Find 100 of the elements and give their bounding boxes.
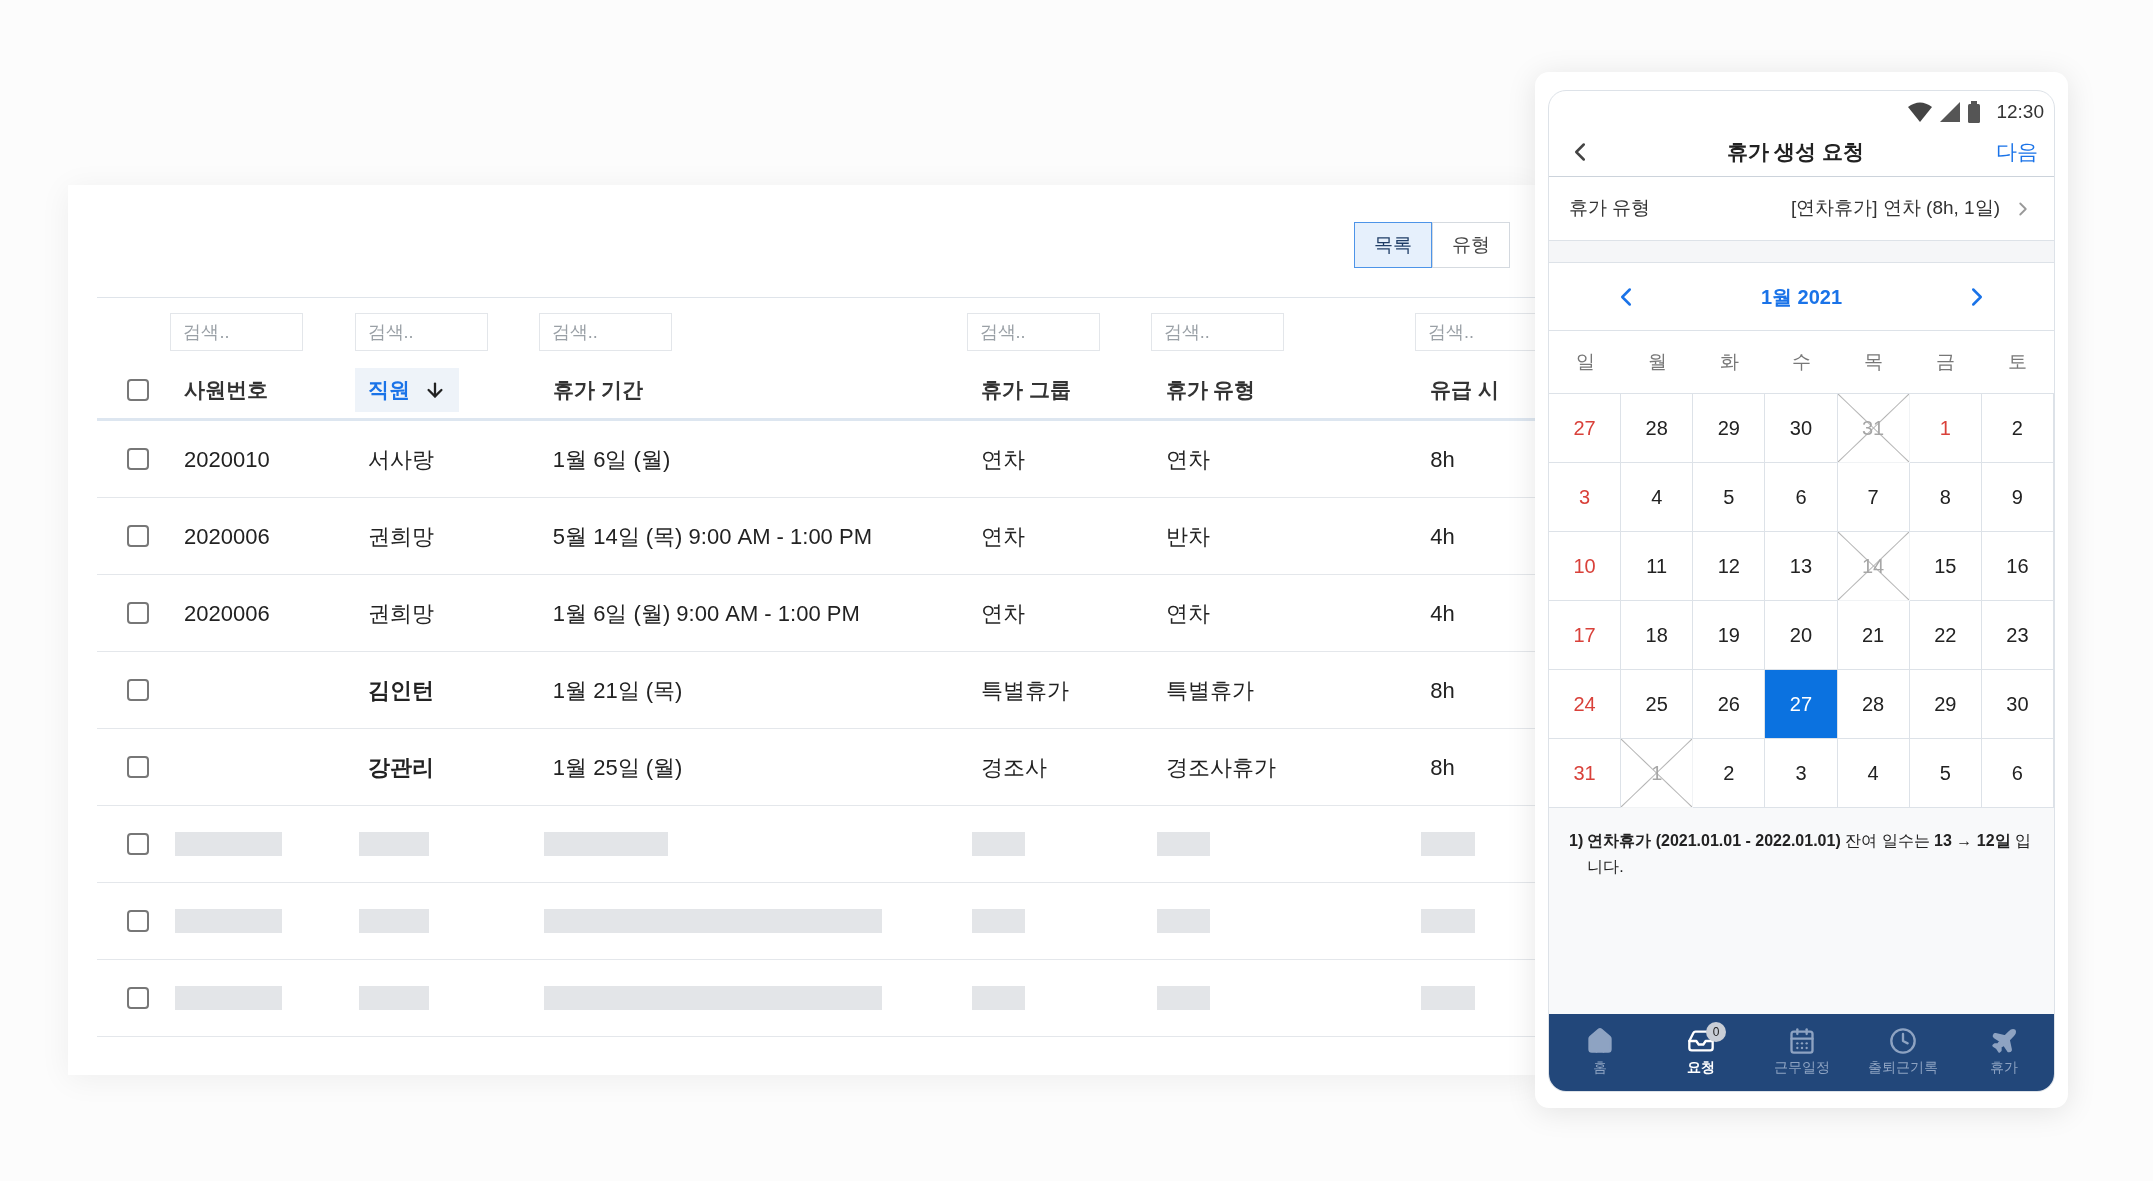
calendar-day[interactable]: 29 bbox=[1909, 670, 1982, 739]
search-field[interactable]: 검색.. bbox=[1415, 313, 1535, 351]
calendar-day[interactable]: 23 bbox=[1981, 601, 2054, 670]
nav-tab[interactable]: 휴가 bbox=[1953, 1014, 2054, 1091]
calendar-day[interactable]: 6 bbox=[1981, 739, 2054, 808]
calendar-day[interactable]: 6 bbox=[1765, 463, 1838, 532]
loading-placeholder bbox=[359, 986, 430, 1010]
view-tab[interactable]: 유형 bbox=[1432, 222, 1510, 268]
search-field[interactable]: 검색.. bbox=[538, 313, 672, 351]
calendar-day[interactable]: 8 bbox=[1909, 463, 1982, 532]
column-header[interactable]: 휴가 기간 bbox=[539, 367, 656, 412]
calendar-day[interactable]: 28 bbox=[1837, 670, 1910, 739]
nav-tab[interactable]: 요청 0 bbox=[1650, 1014, 1751, 1091]
column-header[interactable]: 사원번호 bbox=[171, 367, 282, 412]
nav-tab[interactable]: 근무일정 bbox=[1751, 1014, 1852, 1091]
leave-type-label: 휴가 유형 bbox=[1569, 196, 1651, 221]
nav-tab[interactable]: 홈 bbox=[1549, 1014, 1650, 1091]
calendar-day[interactable]: 30 bbox=[1981, 670, 2054, 739]
checkbox[interactable] bbox=[127, 679, 149, 701]
weekday-label: 화 bbox=[1718, 349, 1740, 374]
plane-icon bbox=[1989, 1027, 2018, 1055]
checkbox[interactable] bbox=[127, 378, 149, 401]
calendar-day[interactable]: 27 bbox=[1549, 394, 1622, 463]
status-time: 12:30 bbox=[1996, 99, 2044, 124]
calendar-day[interactable]: 30 bbox=[1765, 394, 1838, 463]
calendar-day[interactable]: 19 bbox=[1693, 601, 1766, 670]
calendar-day[interactable]: 21 bbox=[1837, 601, 1910, 670]
search-field[interactable]: 검색.. bbox=[1150, 313, 1284, 351]
calendar-day[interactable]: 25 bbox=[1621, 670, 1694, 739]
calendar-day[interactable]: 29 bbox=[1693, 394, 1766, 463]
loading-placeholder bbox=[1156, 986, 1210, 1010]
checkbox[interactable] bbox=[127, 910, 149, 932]
calendar-day[interactable]: 26 bbox=[1693, 670, 1766, 739]
checkbox[interactable] bbox=[127, 833, 149, 855]
calendar-day[interactable]: 3 bbox=[1549, 463, 1622, 532]
view-tab[interactable]: 목록 bbox=[1354, 222, 1432, 268]
checkbox[interactable] bbox=[127, 525, 149, 547]
next-button[interactable]: 다음 bbox=[1996, 135, 2038, 168]
loading-placeholder bbox=[972, 909, 1026, 933]
calendar-day[interactable]: 31 bbox=[1549, 739, 1622, 808]
calendar-icon bbox=[1787, 1027, 1816, 1055]
weekday-label: 토 bbox=[2007, 349, 2029, 374]
column-header[interactable]: 유급 시 bbox=[1417, 367, 1513, 412]
table-cell: 서사랑 bbox=[368, 446, 435, 472]
nav-tab[interactable]: 출퇴근기록 bbox=[1852, 1014, 1953, 1091]
table-cell: 1월 6일 (월) 9:00 AM - 1:00 PM bbox=[552, 600, 860, 626]
calendar-day[interactable]: 18 bbox=[1621, 601, 1694, 670]
calendar-day[interactable]: 13 bbox=[1765, 532, 1838, 601]
calendar-day[interactable]: 20 bbox=[1765, 601, 1838, 670]
table-cell: 특별휴가 bbox=[981, 677, 1070, 703]
table-cell: 연차 bbox=[1165, 600, 1210, 626]
calendar-day[interactable]: 4 bbox=[1621, 463, 1694, 532]
table-cell: 특별휴가 bbox=[1165, 677, 1254, 703]
calendar-day[interactable]: 7 bbox=[1837, 463, 1910, 532]
calendar-day[interactable]: 1 bbox=[1909, 394, 1982, 463]
calendar-day[interactable]: 5 bbox=[1909, 739, 1982, 808]
battery-icon bbox=[1968, 101, 1981, 123]
checkbox[interactable] bbox=[127, 987, 149, 1009]
calendar-day[interactable]: 11 bbox=[1621, 532, 1694, 601]
calendar-day[interactable]: 28 bbox=[1621, 394, 1694, 463]
calendar-day[interactable]: 9 bbox=[1981, 463, 2054, 532]
column-header[interactable]: 휴가 그룹 bbox=[968, 367, 1085, 412]
calendar-day[interactable]: 10 bbox=[1549, 532, 1622, 601]
calendar-day[interactable]: 2 bbox=[1981, 394, 2054, 463]
search-field[interactable]: 검색.. bbox=[966, 313, 1100, 351]
calendar-day[interactable]: 24 bbox=[1549, 670, 1622, 739]
table-cell: 연차 bbox=[981, 446, 1026, 472]
search-field[interactable]: 검색.. bbox=[354, 313, 488, 351]
calendar-day[interactable]: 15 bbox=[1909, 532, 1982, 601]
table-cell: 경조사 bbox=[981, 754, 1048, 780]
search-field[interactable]: 검색.. bbox=[170, 313, 304, 351]
table-cell: 1월 6일 (월) bbox=[552, 446, 671, 472]
table-cell: 권희망 bbox=[368, 600, 435, 626]
signal-icon bbox=[1940, 102, 1961, 122]
calendar-day[interactable]: 12 bbox=[1693, 532, 1766, 601]
home-icon bbox=[1585, 1027, 1614, 1055]
weekday-label: 수 bbox=[1791, 349, 1812, 374]
calendar-day[interactable]: 2 bbox=[1693, 739, 1766, 808]
calendar-day[interactable]: 27 bbox=[1765, 670, 1838, 739]
checkbox[interactable] bbox=[127, 756, 149, 778]
column-header[interactable]: 휴가 유형 bbox=[1152, 367, 1269, 412]
loading-placeholder bbox=[1421, 832, 1476, 856]
calendar-day[interactable]: 17 bbox=[1549, 601, 1622, 670]
calendar-day[interactable]: 3 bbox=[1765, 739, 1838, 808]
calendar-day[interactable]: 4 bbox=[1837, 739, 1910, 808]
column-header[interactable]: 직원 bbox=[355, 367, 460, 412]
table-cell: 8h bbox=[1430, 677, 1455, 703]
calendar-day[interactable]: 5 bbox=[1693, 463, 1766, 532]
checkbox[interactable] bbox=[127, 602, 149, 624]
count-badge: 0 bbox=[1706, 1022, 1726, 1042]
table-cell: 연차 bbox=[981, 523, 1026, 549]
calendar-day[interactable]: 16 bbox=[1981, 532, 2054, 601]
table-cell: 연차 bbox=[1165, 446, 1210, 472]
month-label: 1월 2021 bbox=[1760, 284, 1843, 310]
loading-placeholder bbox=[359, 909, 430, 933]
table-cell: 5월 14일 (목) 9:00 AM - 1:00 PM bbox=[552, 523, 872, 549]
checkbox[interactable] bbox=[127, 448, 149, 470]
table-cell: 경조사휴가 bbox=[1165, 754, 1276, 780]
calendar-day[interactable]: 22 bbox=[1909, 601, 1982, 670]
loading-placeholder bbox=[972, 986, 1026, 1010]
